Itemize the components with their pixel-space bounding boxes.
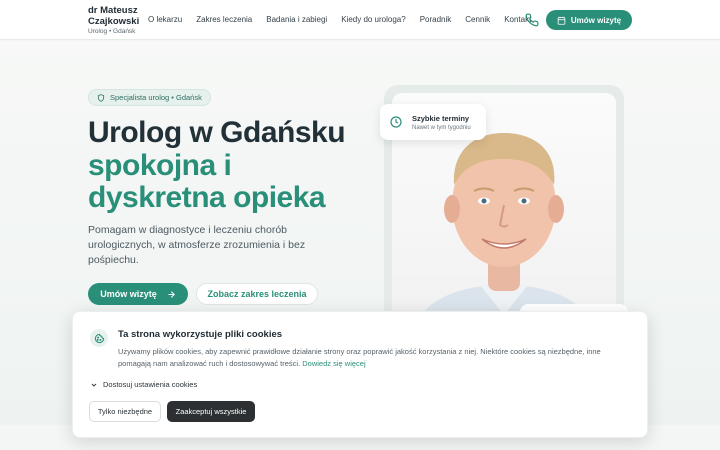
quick-appointments-title: Szybkie terminy bbox=[412, 113, 470, 123]
cookie-banner: Ta strona wykorzystuje pliki cookies Uży… bbox=[72, 311, 648, 438]
nav-item-badania[interactable]: Badania i zabiegi bbox=[266, 15, 327, 24]
site-header: dr Mateusz Czajkowski Urolog • Gdańsk O … bbox=[0, 0, 720, 40]
cookie-settings-label: Dostosuj ustawienia cookies bbox=[103, 380, 198, 389]
brand-name-line1: dr Mateusz bbox=[88, 5, 138, 16]
book-visit-header-label: Umów wizytę bbox=[570, 15, 622, 25]
hero-title-accent: spokojna i dyskretna opieka bbox=[88, 149, 326, 214]
nav-item-zakres-leczenia[interactable]: Zakres leczenia bbox=[196, 15, 252, 24]
cookie-more-link[interactable]: Dowiedz się więcej bbox=[302, 359, 365, 368]
nav-item-o-lekarzu[interactable]: O lekarzu bbox=[148, 15, 182, 24]
quick-appointments-subtitle: Nawet w tym tygodniu bbox=[412, 124, 471, 131]
see-treatments-label: Zobacz zakres leczenia bbox=[207, 289, 307, 299]
phone-icon[interactable] bbox=[525, 13, 539, 27]
quick-appointments-text: Szybkie terminy Nawet w tym tygodniu bbox=[412, 114, 471, 131]
cookie-title: Ta strona wykorzystuje pliki cookies bbox=[118, 329, 283, 340]
hero-title: Urolog w Gdańsku bbox=[88, 116, 346, 149]
arrow-right-icon bbox=[168, 290, 175, 298]
brand-logo[interactable]: dr Mateusz Czajkowski Urolog • Gdańsk bbox=[88, 5, 148, 35]
specialist-badge-label: Specjalista urolog • Gdańsk bbox=[110, 93, 202, 102]
nav-item-kiedy-do-urologa[interactable]: Kiedy do urologa? bbox=[341, 15, 406, 24]
see-treatments-button[interactable]: Zobacz zakres leczenia bbox=[196, 283, 318, 305]
cookie-icon bbox=[90, 329, 108, 347]
nav-item-cennik[interactable]: Cennik bbox=[465, 15, 490, 24]
chevron-down-icon bbox=[91, 383, 97, 387]
nav-item-poradnik[interactable]: Poradnik bbox=[420, 15, 452, 24]
brand-subtitle: Urolog • Gdańsk bbox=[88, 28, 136, 35]
quick-appointments-badge: Szybkie terminy Nawet w tym tygodniu bbox=[380, 104, 486, 140]
main-nav: O lekarzu Zakres leczenia Badania i zabi… bbox=[148, 15, 531, 24]
book-visit-label: Umów wizytę bbox=[100, 289, 157, 299]
book-visit-button[interactable]: Umów wizytę bbox=[88, 283, 188, 305]
cookie-settings-toggle[interactable]: Dostosuj ustawienia cookies bbox=[90, 380, 197, 389]
clock-icon bbox=[390, 116, 402, 128]
cookie-accept-all-button[interactable]: Zaakceptuj wszystkie bbox=[167, 401, 255, 422]
calendar-icon bbox=[557, 16, 566, 25]
shield-icon bbox=[97, 93, 105, 102]
cookie-necessary-button[interactable]: Tylko niezbędne bbox=[89, 401, 161, 422]
cookie-text: Używamy plików cookies, aby zapewnić pra… bbox=[118, 346, 618, 369]
book-visit-header-button[interactable]: Umów wizytę bbox=[546, 10, 632, 30]
hero-lead: Pomagam w diagnostyce i leczeniu chorób … bbox=[88, 224, 306, 266]
brand-name-line2: Czajkowski bbox=[88, 16, 140, 27]
specialist-badge: Specjalista urolog • Gdańsk bbox=[88, 89, 211, 106]
